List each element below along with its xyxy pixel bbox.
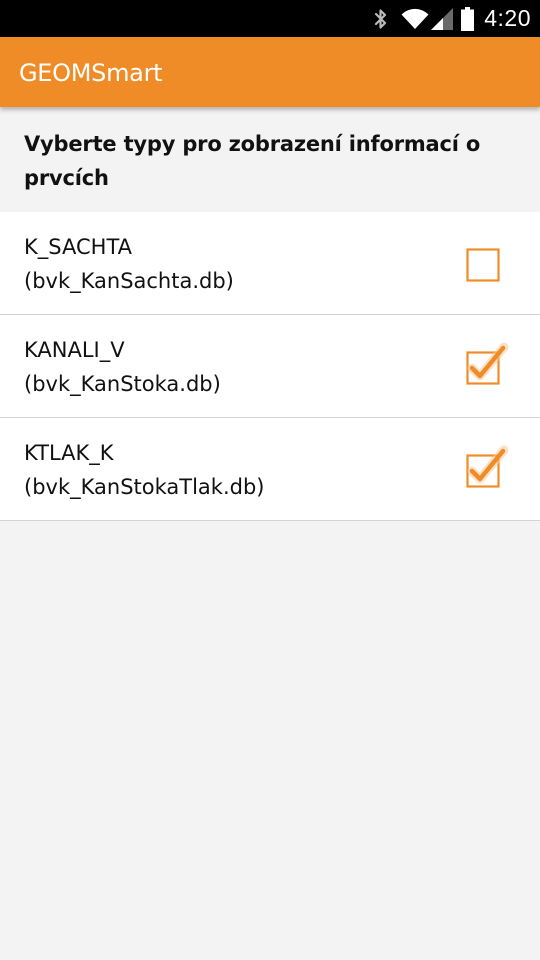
item-db: (bvk_KanStokaTlak.db) xyxy=(24,475,265,499)
bluetooth-icon xyxy=(373,7,389,31)
checkbox-checked[interactable] xyxy=(466,342,509,385)
wifi-icon xyxy=(401,8,429,30)
item-db: (bvk_KanStoka.db) xyxy=(24,372,221,396)
battery-icon xyxy=(461,6,475,31)
type-list: K_SACHTA (bvk_KanSachta.db) KANALI_V (bv… xyxy=(0,212,540,521)
item-name: KANALI_V xyxy=(24,338,125,362)
checkbox-unchecked[interactable] xyxy=(466,248,500,282)
signal-icon xyxy=(431,7,454,30)
list-item-ktlak-k[interactable]: KTLAK_K (bvk_KanStokaTlak.db) xyxy=(0,418,540,521)
status-icons: 4:20 xyxy=(373,0,540,37)
status-bar: 4:20 xyxy=(0,0,540,37)
item-db: (bvk_KanSachta.db) xyxy=(24,269,234,293)
app-title: GEOMSmart xyxy=(19,59,163,87)
item-name: K_SACHTA xyxy=(24,235,133,259)
item-name: KTLAK_K xyxy=(24,441,114,465)
status-time: 4:20 xyxy=(484,5,531,31)
app-bar: GEOMSmart xyxy=(0,37,540,107)
instruction-header: Vyberte typy pro zobrazení informací o p… xyxy=(24,132,481,190)
list-item-kanali-v[interactable]: KANALI_V (bvk_KanStoka.db) xyxy=(0,315,540,418)
checkbox-checked[interactable] xyxy=(466,445,509,488)
list-item-k-sachta[interactable]: K_SACHTA (bvk_KanSachta.db) xyxy=(0,212,540,315)
